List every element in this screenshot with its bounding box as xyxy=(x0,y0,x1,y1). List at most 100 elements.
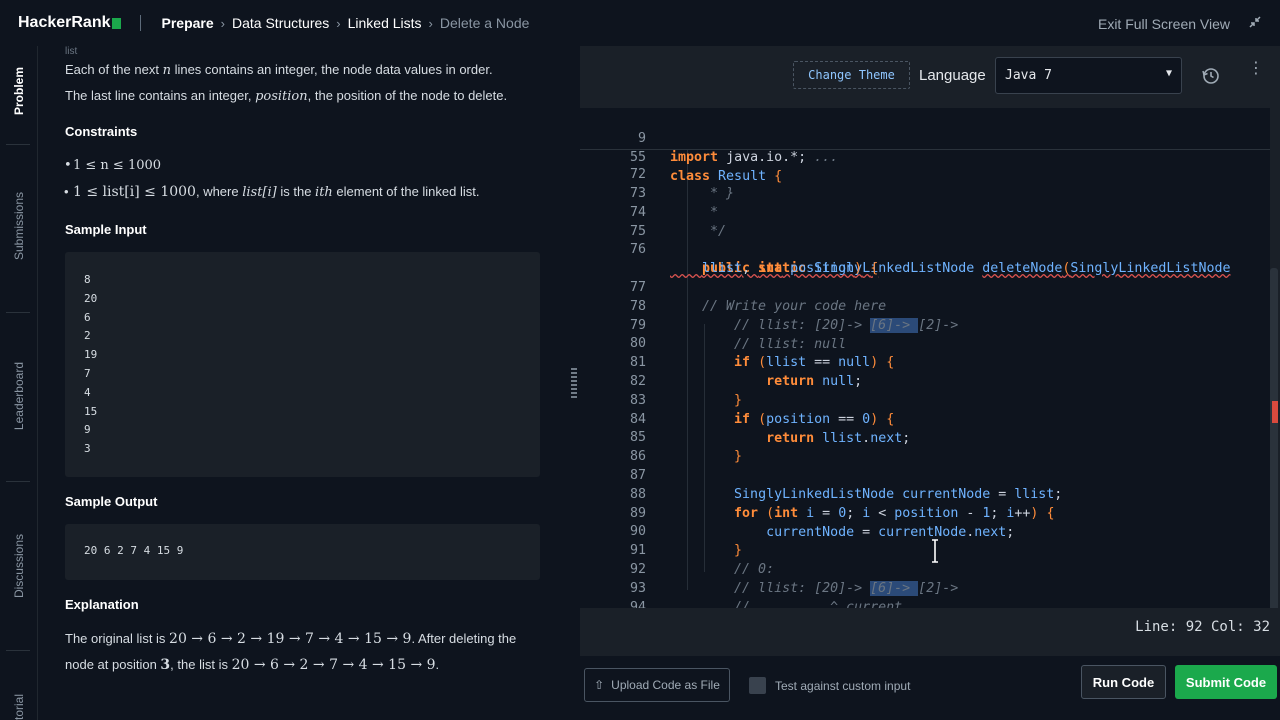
change-theme-button[interactable]: Change Theme xyxy=(793,61,910,89)
language-label: Language xyxy=(919,67,986,84)
problem-panel: list Each of the next n lines contains a… xyxy=(38,46,568,720)
cursor-position: Line: 92 Col: 32 xyxy=(1135,619,1270,635)
code-line: 83 if (position == 0) { xyxy=(580,372,1270,427)
chevron-down-icon: ▼ xyxy=(1165,68,1172,79)
code-line: 81 return null; xyxy=(580,334,1270,389)
input-format-line-2: The last line contains an integer, posit… xyxy=(65,88,508,104)
sample-output-heading: Sample Output xyxy=(65,494,158,509)
editor-toolbar: Change Theme Language Java 7 ▼ ⋮ xyxy=(580,46,1280,108)
sample-input-line: 4 xyxy=(84,385,91,399)
code-line: 94 } xyxy=(580,579,1270,608)
text-cursor-icon xyxy=(932,539,938,563)
tab-leaderboard[interactable]: Leaderboard xyxy=(0,346,38,446)
code-line: 85 } xyxy=(580,409,1270,464)
chevron-right-icon: › xyxy=(336,15,341,31)
code-line-current: 92 // llist: [20]-> [6]-> [2]-> xyxy=(580,541,1270,596)
hackerrank-logo[interactable]: HackerRank xyxy=(18,14,121,32)
code-line: 9 import java.io.*; ... xyxy=(580,110,1270,165)
code-line: 89 currentNode = currentNode.next; xyxy=(580,485,1270,540)
code-line: 82 } xyxy=(580,353,1270,408)
language-value: Java 7 xyxy=(1005,68,1052,83)
sample-output-box: 20 6 2 7 4 15 9 xyxy=(65,524,540,580)
sample-input-line: 8 xyxy=(84,273,91,286)
code-line: 76 public static SinglyLinkedListNode de… xyxy=(580,221,1270,276)
constraint-1: 1 ≤ n ≤ 1000 xyxy=(64,158,161,173)
exit-full-screen-link[interactable]: Exit Full Screen View xyxy=(1098,16,1230,32)
header-divider xyxy=(139,15,141,31)
code-text: import java.io.*; ... xyxy=(670,150,839,165)
rail-divider xyxy=(6,312,30,313)
left-rail: Problem Submissions Leaderboard Discussi… xyxy=(0,46,38,720)
breadcrumb-data-structures[interactable]: Data Structures xyxy=(232,15,329,31)
code-editor[interactable]: 9 import java.io.*; ... 55 class Result … xyxy=(580,108,1270,608)
code-line: 88 for (int i = 0; i < position - 1; i++… xyxy=(580,466,1270,521)
custom-input-label: Test against custom input xyxy=(775,678,911,693)
language-select[interactable]: Java 7 ▼ xyxy=(995,57,1182,94)
constraints-heading: Constraints xyxy=(65,124,138,139)
editor-status-bar: Line: 92 Col: 32 xyxy=(580,608,1280,648)
code-line: 93 // ^ current xyxy=(580,560,1270,608)
rail-divider xyxy=(6,650,30,651)
sample-input-line: 3 xyxy=(84,442,91,456)
sticky-scroll-header: 9 import java.io.*; ... 55 class Result … xyxy=(580,108,1270,184)
breadcrumb-prepare[interactable]: Prepare xyxy=(162,15,214,31)
code-line: 55 class Result { xyxy=(580,129,1270,184)
code-line: llist, int position) { xyxy=(580,240,1270,276)
tab-problem[interactable]: Problem xyxy=(0,46,38,136)
rail-divider xyxy=(6,144,30,145)
rail-divider xyxy=(6,481,30,482)
upload-code-button[interactable]: ⇧ Upload Code as File xyxy=(584,668,730,702)
upload-icon: ⇧ xyxy=(594,678,605,692)
sample-output-line: 20 6 2 7 4 15 9 xyxy=(84,544,184,557)
sample-input-line: 2 xyxy=(84,329,91,343)
chevron-right-icon: › xyxy=(220,15,225,31)
error-marker xyxy=(1272,401,1278,423)
sample-input-line: 9 xyxy=(84,423,91,437)
sample-input-line: 7 xyxy=(84,366,91,380)
custom-input-checkbox[interactable] xyxy=(749,677,766,694)
code-line: 78 // llist: [20]-> [6]-> [2]-> xyxy=(580,278,1270,333)
breadcrumb: Prepare › Data Structures › Linked Lists… xyxy=(162,15,530,31)
code-line: 87 SinglyLinkedListNode currentNode = ll… xyxy=(580,447,1270,502)
code-line: 86 xyxy=(580,428,1270,464)
drag-handle-icon[interactable] xyxy=(571,368,577,398)
logo-square xyxy=(111,17,121,29)
code-line: 74 */ xyxy=(580,184,1270,239)
sample-input-line: 20 xyxy=(84,291,98,305)
code-line: 80 if (llist == null) { xyxy=(580,315,1270,370)
code-text: class Result { xyxy=(670,169,783,184)
truncated-text: list xyxy=(65,46,78,57)
input-format-line-1: Each of the next n lines contains an int… xyxy=(65,62,493,78)
code-line: 95 xyxy=(580,597,1270,608)
code-line: 75 xyxy=(580,203,1270,239)
chevron-right-icon: › xyxy=(428,15,433,31)
submit-code-button[interactable]: Submit Code xyxy=(1175,665,1277,699)
editor-scrollbar[interactable] xyxy=(1270,268,1278,628)
code-line: 91 // 0: xyxy=(580,522,1270,577)
more-options-icon[interactable]: ⋮ xyxy=(1248,61,1264,77)
breadcrumb-linked-lists[interactable]: Linked Lists xyxy=(348,15,422,31)
code-line: 79 // llist: null xyxy=(580,297,1270,352)
tab-editorial[interactable]: Editorial xyxy=(0,686,38,720)
code-line: 90 } xyxy=(580,503,1270,558)
explanation-line-2: node at position 3, the list is 20 → 6 →… xyxy=(65,657,440,673)
line-number: 55 xyxy=(629,150,646,165)
restore-history-icon[interactable] xyxy=(1202,67,1220,85)
minimize-icon[interactable] xyxy=(1248,15,1262,29)
upload-label: Upload Code as File xyxy=(611,678,720,692)
constraint-2: 1 ≤ list[i] ≤ 1000, where list[i] is the… xyxy=(64,184,479,200)
sample-input-line: 19 xyxy=(84,348,98,362)
sample-input-heading: Sample Input xyxy=(65,222,147,237)
tab-discussions[interactable]: Discussions xyxy=(0,516,38,616)
sample-input-box: 8 20 6 2 19 7 4 15 9 3 xyxy=(65,252,540,477)
top-bar: HackerRank Prepare › Data Structures › L… xyxy=(0,0,1280,46)
custom-input-option[interactable]: Test against custom input xyxy=(749,677,910,694)
run-code-button[interactable]: Run Code xyxy=(1081,665,1166,699)
explanation-line-1: The original list is 20 → 6 → 2 → 19 → 7… xyxy=(65,631,517,647)
tab-submissions[interactable]: Submissions xyxy=(0,176,38,276)
code-line: 77 // Write your code here xyxy=(580,259,1270,314)
editor-actions: ⇧ Upload Code as File Test against custo… xyxy=(580,656,1280,720)
editor-panel: Change Theme Language Java 7 ▼ ⋮ 9 impor… xyxy=(580,46,1280,720)
code-line: 84 return llist.next; xyxy=(580,391,1270,446)
sample-input-line: 6 xyxy=(84,310,91,324)
